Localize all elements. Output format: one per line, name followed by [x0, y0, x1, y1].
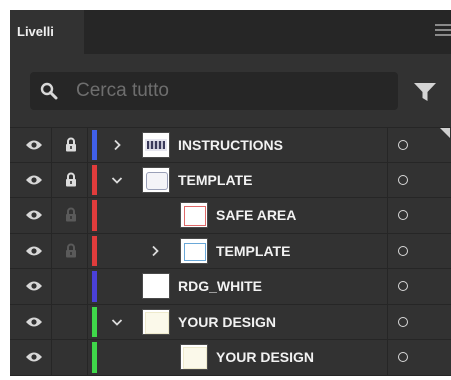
layer-main[interactable]: RDG_WHITE: [88, 269, 388, 304]
filter-icon[interactable]: [414, 83, 436, 101]
visibility-toggle[interactable]: [10, 304, 52, 339]
layer-name[interactable]: SAFE AREA: [216, 198, 296, 233]
chevron-down-icon[interactable]: [110, 173, 124, 187]
lock-toggle[interactable]: [52, 162, 88, 197]
layer-color-bar: [92, 306, 97, 337]
layer-main[interactable]: SAFE AREA: [88, 198, 388, 233]
target-column[interactable]: [388, 163, 451, 198]
layer-name[interactable]: YOUR DESIGN: [216, 340, 314, 375]
target-circle-icon[interactable]: [398, 140, 408, 150]
lock-toggle[interactable]: [52, 304, 88, 339]
lock-toggle[interactable]: [52, 233, 88, 268]
layers-panel: Livelli INSTRUCTIONSTEMPLATESAFE AREATEM…: [10, 10, 451, 376]
eye-icon: [26, 246, 42, 255]
target-circle-icon[interactable]: [398, 281, 408, 291]
lock-icon: [66, 137, 76, 152]
eye-icon: [26, 281, 42, 291]
target-column[interactable]: [388, 234, 451, 269]
lock-icon: [66, 172, 76, 186]
layer-main[interactable]: TEMPLATE: [88, 162, 388, 198]
layer-name[interactable]: RDG_WHITE: [178, 269, 262, 304]
search-input[interactable]: [68, 72, 388, 110]
chevron-right-icon[interactable]: [110, 138, 124, 152]
layer-color-bar: [92, 235, 97, 266]
layer-row[interactable]: TEMPLATE: [10, 233, 451, 269]
layer-row[interactable]: INSTRUCTIONS: [10, 127, 451, 163]
layer-thumbnail: [142, 308, 170, 335]
layer-row[interactable]: YOUR DESIGN: [10, 304, 451, 340]
lock-toggle[interactable]: [52, 198, 88, 233]
search-icon: [40, 82, 58, 100]
selection-corner-icon: [440, 128, 450, 138]
lock-toggle[interactable]: [52, 128, 88, 162]
target-column[interactable]: [388, 305, 451, 340]
visibility-toggle[interactable]: [10, 162, 52, 197]
eye-icon: [26, 175, 42, 184]
layer-thumbnail: [142, 132, 170, 158]
target-column[interactable]: [388, 269, 451, 304]
panel-tab-bar: Livelli: [10, 10, 451, 54]
target-circle-icon[interactable]: [398, 316, 408, 327]
lock-toggle[interactable]: [52, 340, 88, 375]
layer-color-bar: [92, 200, 97, 231]
hamburger-menu-icon[interactable]: [435, 24, 451, 38]
lock-toggle[interactable]: [52, 269, 88, 304]
layer-name[interactable]: YOUR DESIGN: [178, 305, 276, 340]
layer-thumbnail: [180, 344, 208, 370]
layer-row[interactable]: YOUR DESIGN: [10, 340, 451, 376]
target-circle-icon[interactable]: [398, 245, 408, 256]
layer-main[interactable]: INSTRUCTIONS: [88, 128, 388, 162]
layers-list: INSTRUCTIONS TEMPLATE SAFE AREA TEMPLATE RDG…: [10, 127, 451, 376]
eye-icon: [26, 140, 42, 150]
visibility-toggle[interactable]: [10, 128, 52, 162]
layer-thumbnail: [180, 202, 208, 228]
target-circle-icon[interactable]: [398, 210, 408, 220]
target-circle-icon[interactable]: [398, 352, 408, 362]
eye-icon: [26, 210, 42, 220]
visibility-toggle[interactable]: [10, 198, 52, 233]
lock-icon: [66, 243, 76, 257]
search-row: [10, 54, 451, 128]
target-column[interactable]: [388, 340, 451, 375]
layer-color-bar: [92, 342, 97, 373]
visibility-toggle[interactable]: [10, 340, 52, 375]
layer-row[interactable]: RDG_WHITE: [10, 269, 451, 305]
chevron-down-icon[interactable]: [110, 315, 124, 329]
tab-livelli[interactable]: Livelli: [10, 10, 84, 54]
eye-icon: [26, 352, 42, 362]
chevron-right-icon[interactable]: [148, 244, 162, 258]
layer-main[interactable]: TEMPLATE: [88, 233, 388, 269]
target-column[interactable]: [388, 128, 451, 162]
layer-name[interactable]: INSTRUCTIONS: [178, 128, 283, 163]
visibility-toggle[interactable]: [10, 233, 52, 268]
eye-icon: [26, 317, 42, 326]
layer-color-bar: [92, 130, 97, 160]
target-circle-icon[interactable]: [398, 174, 408, 185]
lock-icon: [66, 207, 76, 222]
layer-color-bar: [92, 271, 97, 302]
layer-row[interactable]: TEMPLATE: [10, 162, 451, 198]
search-box[interactable]: [30, 72, 398, 110]
target-column[interactable]: [388, 198, 451, 233]
layer-thumbnail: [142, 166, 170, 193]
visibility-toggle[interactable]: [10, 269, 52, 304]
layer-thumbnail: [180, 237, 208, 264]
layer-row[interactable]: SAFE AREA: [10, 198, 451, 234]
layer-main[interactable]: YOUR DESIGN: [88, 340, 388, 375]
layer-name[interactable]: TEMPLATE: [178, 163, 252, 198]
layer-name[interactable]: TEMPLATE: [216, 234, 290, 269]
layer-main[interactable]: YOUR DESIGN: [88, 304, 388, 340]
layer-thumbnail: [142, 273, 170, 299]
layer-color-bar: [92, 164, 97, 195]
